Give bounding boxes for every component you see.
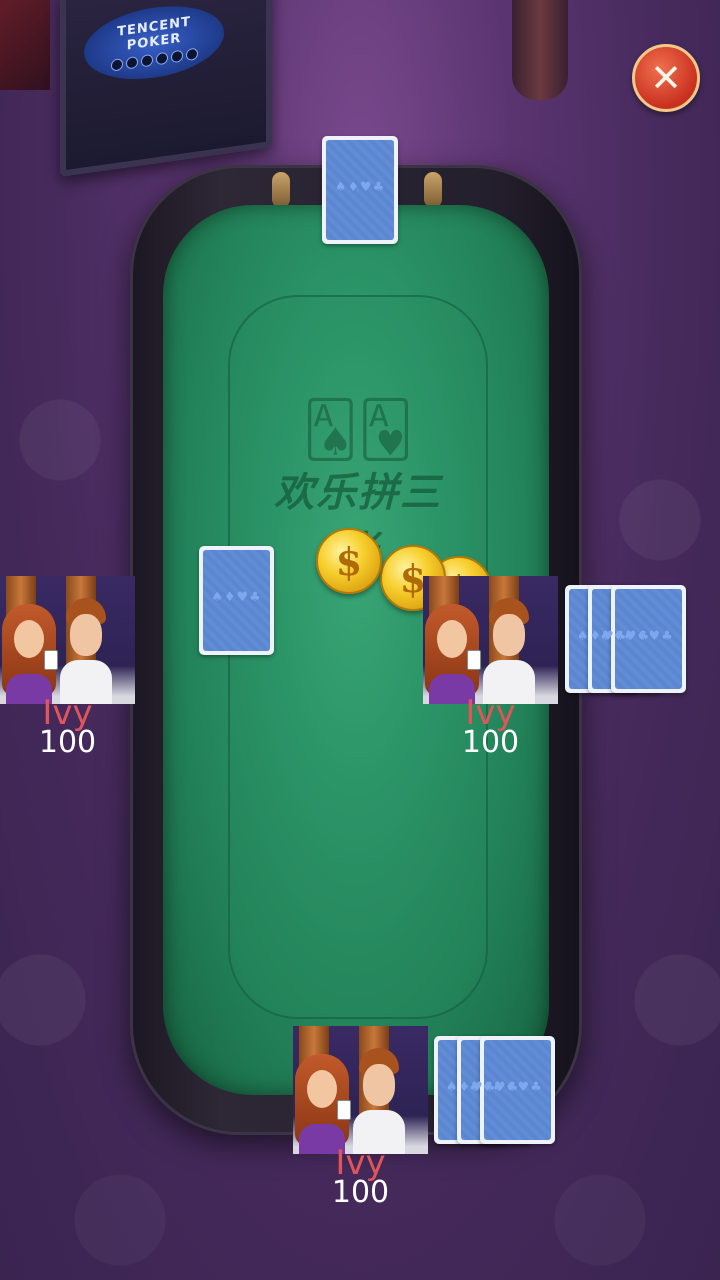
- close-icon: ✕: [650, 56, 682, 100]
- right-player-card-back: ♠♦♥♣: [611, 585, 686, 693]
- pot-coin: $: [316, 528, 382, 594]
- background-pillar: [512, 0, 568, 100]
- background-lamp: [0, 0, 50, 90]
- table-hinge-right: [424, 172, 442, 208]
- dealer-card-back: ♠♦♥♣: [322, 136, 398, 244]
- background-sign: TENCENT POKER: [60, 0, 272, 177]
- card-suits-pattern: ♠♦♥♣: [623, 629, 674, 644]
- avatar: [423, 576, 558, 704]
- player-right[interactable]: Ivy 100: [423, 576, 558, 758]
- avatar: [293, 1026, 428, 1154]
- card-suits-pattern: ♠♦♥♣: [211, 590, 262, 605]
- avatar: [0, 576, 135, 704]
- close-button[interactable]: ✕: [632, 44, 700, 112]
- card-suits-pattern: ♠♦♥♣: [334, 180, 386, 195]
- player-left[interactable]: Ivy 100: [0, 576, 135, 758]
- left-player-card-back: ♠♦♥♣: [199, 546, 274, 655]
- player-score: 100: [331, 1175, 390, 1210]
- bottom-player-card-back[interactable]: ♠♦♥♣: [480, 1036, 555, 1144]
- game-screen: TENCENT POKER ✕ 🂡🂱 欢乐拼三张 ♠♦♥♣ ♠♦♥♣ $ $ $: [0, 0, 720, 1280]
- sign-logo: TENCENT POKER: [84, 0, 224, 88]
- table-hinge-left: [272, 172, 290, 208]
- aces-logo-icon: 🂡🂱: [302, 398, 414, 461]
- player-bottom[interactable]: Ivy 100: [293, 1026, 428, 1208]
- sign-dots: [110, 47, 198, 72]
- player-score: 100: [38, 725, 97, 760]
- player-score: 100: [461, 725, 520, 760]
- card-suits-pattern: ♠♦♥♣: [492, 1080, 543, 1095]
